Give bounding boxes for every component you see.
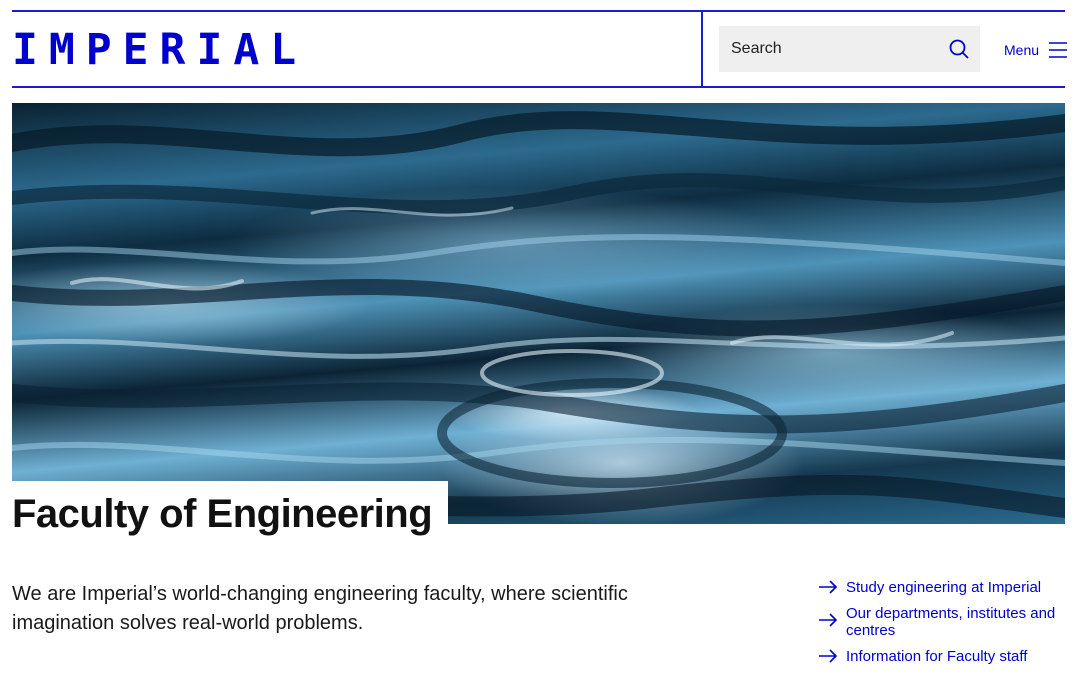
page: IMPERIAL Menu	[0, 0, 1080, 680]
search-button[interactable]	[938, 26, 980, 72]
search-icon	[949, 39, 969, 59]
page-title: Faculty of Engineering	[12, 492, 433, 536]
link-departments[interactable]: Our departments, institutes and centres	[818, 605, 1073, 639]
menu-label: Menu	[1004, 42, 1040, 58]
hero-title-box: Faculty of Engineering	[0, 481, 449, 543]
search-box	[719, 26, 980, 72]
intro-text: We are Imperial’s world-changing enginee…	[12, 583, 628, 634]
link-study-engineering[interactable]: Study engineering at Imperial	[818, 579, 1073, 596]
link-label: Study engineering at Imperial	[846, 579, 1042, 596]
search-input[interactable]	[719, 26, 938, 72]
hamburger-icon	[1049, 42, 1068, 58]
quick-links: Study engineering at Imperial Our depart…	[818, 579, 1073, 674]
imperial-logo[interactable]: IMPERIAL	[12, 25, 307, 75]
site-header: IMPERIAL Menu	[12, 10, 1068, 88]
link-faculty-staff[interactable]: Information for Faculty staff	[818, 648, 1073, 665]
link-label: Information for Faculty staff	[846, 648, 1028, 665]
arrow-right-icon	[819, 649, 838, 663]
link-label: Our departments, institutes and centres	[846, 605, 1056, 639]
header-divider	[701, 12, 703, 88]
arrow-right-icon	[819, 580, 838, 594]
menu-button[interactable]: Menu	[1004, 38, 1068, 62]
arrow-right-icon	[819, 613, 838, 627]
hero-image	[12, 103, 1065, 524]
water-surface-image	[12, 111, 1065, 518]
